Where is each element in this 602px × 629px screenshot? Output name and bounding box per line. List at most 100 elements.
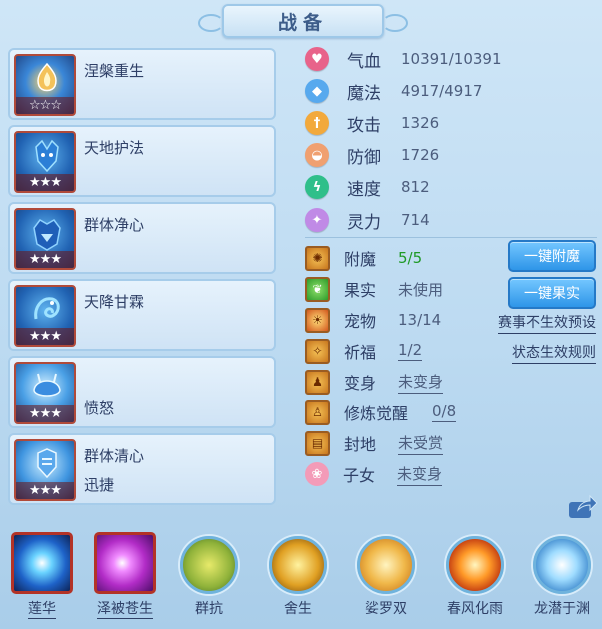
- card-6[interactable]: ★★★ 群体清心 迅捷: [8, 433, 276, 505]
- skill-7[interactable]: 龙潜于渊: [522, 528, 602, 618]
- fief-icon: ▤: [305, 430, 330, 456]
- stat-label: 速度: [347, 179, 381, 200]
- skill-5[interactable]: 娑罗双: [346, 528, 426, 618]
- fruit-icon: ❦: [305, 276, 330, 302]
- blue-demon-icon: ★★★: [14, 131, 76, 193]
- stat-label: 气血: [347, 51, 381, 72]
- row-label: 变身: [344, 374, 377, 393]
- lotus-orb-icon: [11, 532, 73, 594]
- star-rating: ☆☆☆: [16, 97, 74, 114]
- row-value: 5/5: [398, 249, 423, 267]
- skill-name: 春风化雨: [447, 601, 503, 617]
- row-fief[interactable]: ▤ 封地 未受赏: [305, 430, 444, 456]
- sword-icon: †: [305, 111, 329, 135]
- skill-name: 龙潜于渊: [534, 601, 590, 617]
- status-rules-link[interactable]: 状态生效规则: [512, 342, 596, 364]
- share-icon[interactable]: [568, 494, 598, 520]
- stat-mp: ◆ 魔法 4917/4917: [305, 78, 482, 104]
- stat-label: 防御: [347, 147, 381, 168]
- children-icon: ❀: [305, 462, 329, 486]
- row-value: 13/14: [398, 311, 442, 329]
- card-title: 涅槃重生: [84, 62, 145, 80]
- row-pet[interactable]: ☀ 宠物 13/14: [305, 307, 441, 333]
- skill-2[interactable]: 泽被苍生: [85, 528, 165, 619]
- spirit-icon: ✦: [305, 208, 329, 232]
- row-blessing[interactable]: ✧ 祈福 1/2: [305, 338, 423, 364]
- row-label: 附魔: [344, 250, 377, 269]
- skill-bar: 莲华 泽被苍生 群抗 舍生 娑罗双 春风化雨 龙潜于渊: [0, 528, 602, 629]
- blue-dragon-icon: ★★★: [14, 285, 76, 347]
- star-rating: ★★★: [16, 482, 74, 499]
- skill-4[interactable]: 舍生: [258, 528, 338, 618]
- twin-hands-icon: [357, 536, 415, 594]
- skill-1[interactable]: 莲华: [2, 528, 82, 619]
- dragon-head-icon: [533, 536, 591, 594]
- star-rating: ★★★: [16, 328, 74, 345]
- row-children[interactable]: ❀ 子女 未变身: [305, 461, 443, 487]
- row-enchant[interactable]: ✺ 附魔 5/5: [305, 245, 422, 271]
- row-value[interactable]: 1/2: [398, 341, 423, 361]
- stat-value: 10391/10391: [401, 50, 502, 68]
- skill-6[interactable]: 春风化雨: [435, 528, 515, 618]
- row-label: 宠物: [344, 312, 377, 331]
- card-title: 群体净心: [84, 216, 145, 234]
- skill-name: 莲华: [28, 598, 56, 619]
- enchant-all-button[interactable]: 一键附魔: [508, 240, 596, 272]
- card-title: 群体清心: [84, 447, 145, 465]
- row-label: 果实: [344, 281, 377, 300]
- stat-value: 1726: [401, 146, 440, 164]
- card-1[interactable]: ☆☆☆ 涅槃重生: [8, 48, 276, 120]
- stat-attack: † 攻击 1326: [305, 110, 439, 136]
- stat-defense: ◒ 防御 1726: [305, 142, 439, 168]
- skill-3[interactable]: 群抗: [169, 528, 249, 618]
- page-title: 战备: [277, 11, 328, 34]
- self-sacrifice-icon: [269, 536, 327, 594]
- stat-value: 4917/4917: [401, 82, 483, 100]
- row-value[interactable]: 未变身: [397, 463, 443, 486]
- stat-hp: ♥ 气血 10391/10391: [305, 46, 502, 72]
- stat-value: 812: [401, 178, 430, 196]
- cultivation-icon: ♙: [305, 399, 330, 425]
- divider: [305, 237, 597, 238]
- skill-name: 泽被苍生: [97, 598, 153, 619]
- card-2[interactable]: ★★★ 天地护法: [8, 125, 276, 197]
- row-cultivation[interactable]: ♙ 修炼觉醒 0/8: [305, 399, 457, 425]
- row-label: 子女: [343, 466, 376, 485]
- row-value[interactable]: 未变身: [398, 371, 444, 394]
- blessing-hand-icon: [94, 532, 156, 594]
- card-4[interactable]: ★★★ 天降甘霖: [8, 279, 276, 351]
- row-label: 修炼觉醒: [344, 404, 409, 423]
- stat-label: 攻击: [347, 115, 381, 136]
- stat-speed: ϟ 速度 812: [305, 174, 430, 200]
- row-label: 祈福: [344, 343, 377, 362]
- flame-helmet-icon: ☆☆☆: [14, 54, 76, 116]
- blessing-icon: ✧: [305, 338, 330, 364]
- mana-crystal-icon: ◆: [305, 79, 329, 103]
- card-subtitle: 愤怒: [84, 399, 115, 417]
- skill-name: 舍生: [284, 601, 312, 617]
- row-value[interactable]: 0/8: [432, 402, 457, 422]
- ice-guardian-icon: ★★★: [14, 439, 76, 501]
- stat-label: 灵力: [347, 212, 381, 233]
- card-5[interactable]: ★★★ 愤怒: [8, 356, 276, 428]
- blue-warrior-icon: ★★★: [14, 208, 76, 270]
- row-value: 未使用: [398, 280, 444, 299]
- row-fruit[interactable]: ❦ 果实 未使用: [305, 276, 443, 302]
- shield-grid-icon: [180, 536, 238, 594]
- row-transform[interactable]: ♟ 变身 未变身: [305, 369, 444, 395]
- fire-burst-icon: [446, 536, 504, 594]
- stat-value: 1326: [401, 114, 440, 132]
- fruit-all-button[interactable]: 一键果实: [508, 277, 596, 309]
- event-preset-link[interactable]: 赛事不生效预设: [498, 312, 596, 334]
- equipment-card-list: ☆☆☆ 涅槃重生 ★★★ 天地护法 ★★★ 群体净心 ★★★ 天降甘霖 ★★★: [8, 48, 276, 510]
- card-3[interactable]: ★★★ 群体净心: [8, 202, 276, 274]
- enchant-icon: ✺: [305, 245, 330, 271]
- skill-name: 群抗: [195, 601, 223, 617]
- lightning-icon: ϟ: [305, 175, 329, 199]
- stat-label: 魔法: [347, 83, 381, 104]
- star-rating: ★★★: [16, 405, 74, 422]
- heart-icon: ♥: [305, 47, 329, 71]
- pet-icon: ☀: [305, 307, 330, 333]
- row-label: 封地: [344, 435, 377, 454]
- row-value[interactable]: 未受赏: [398, 432, 444, 455]
